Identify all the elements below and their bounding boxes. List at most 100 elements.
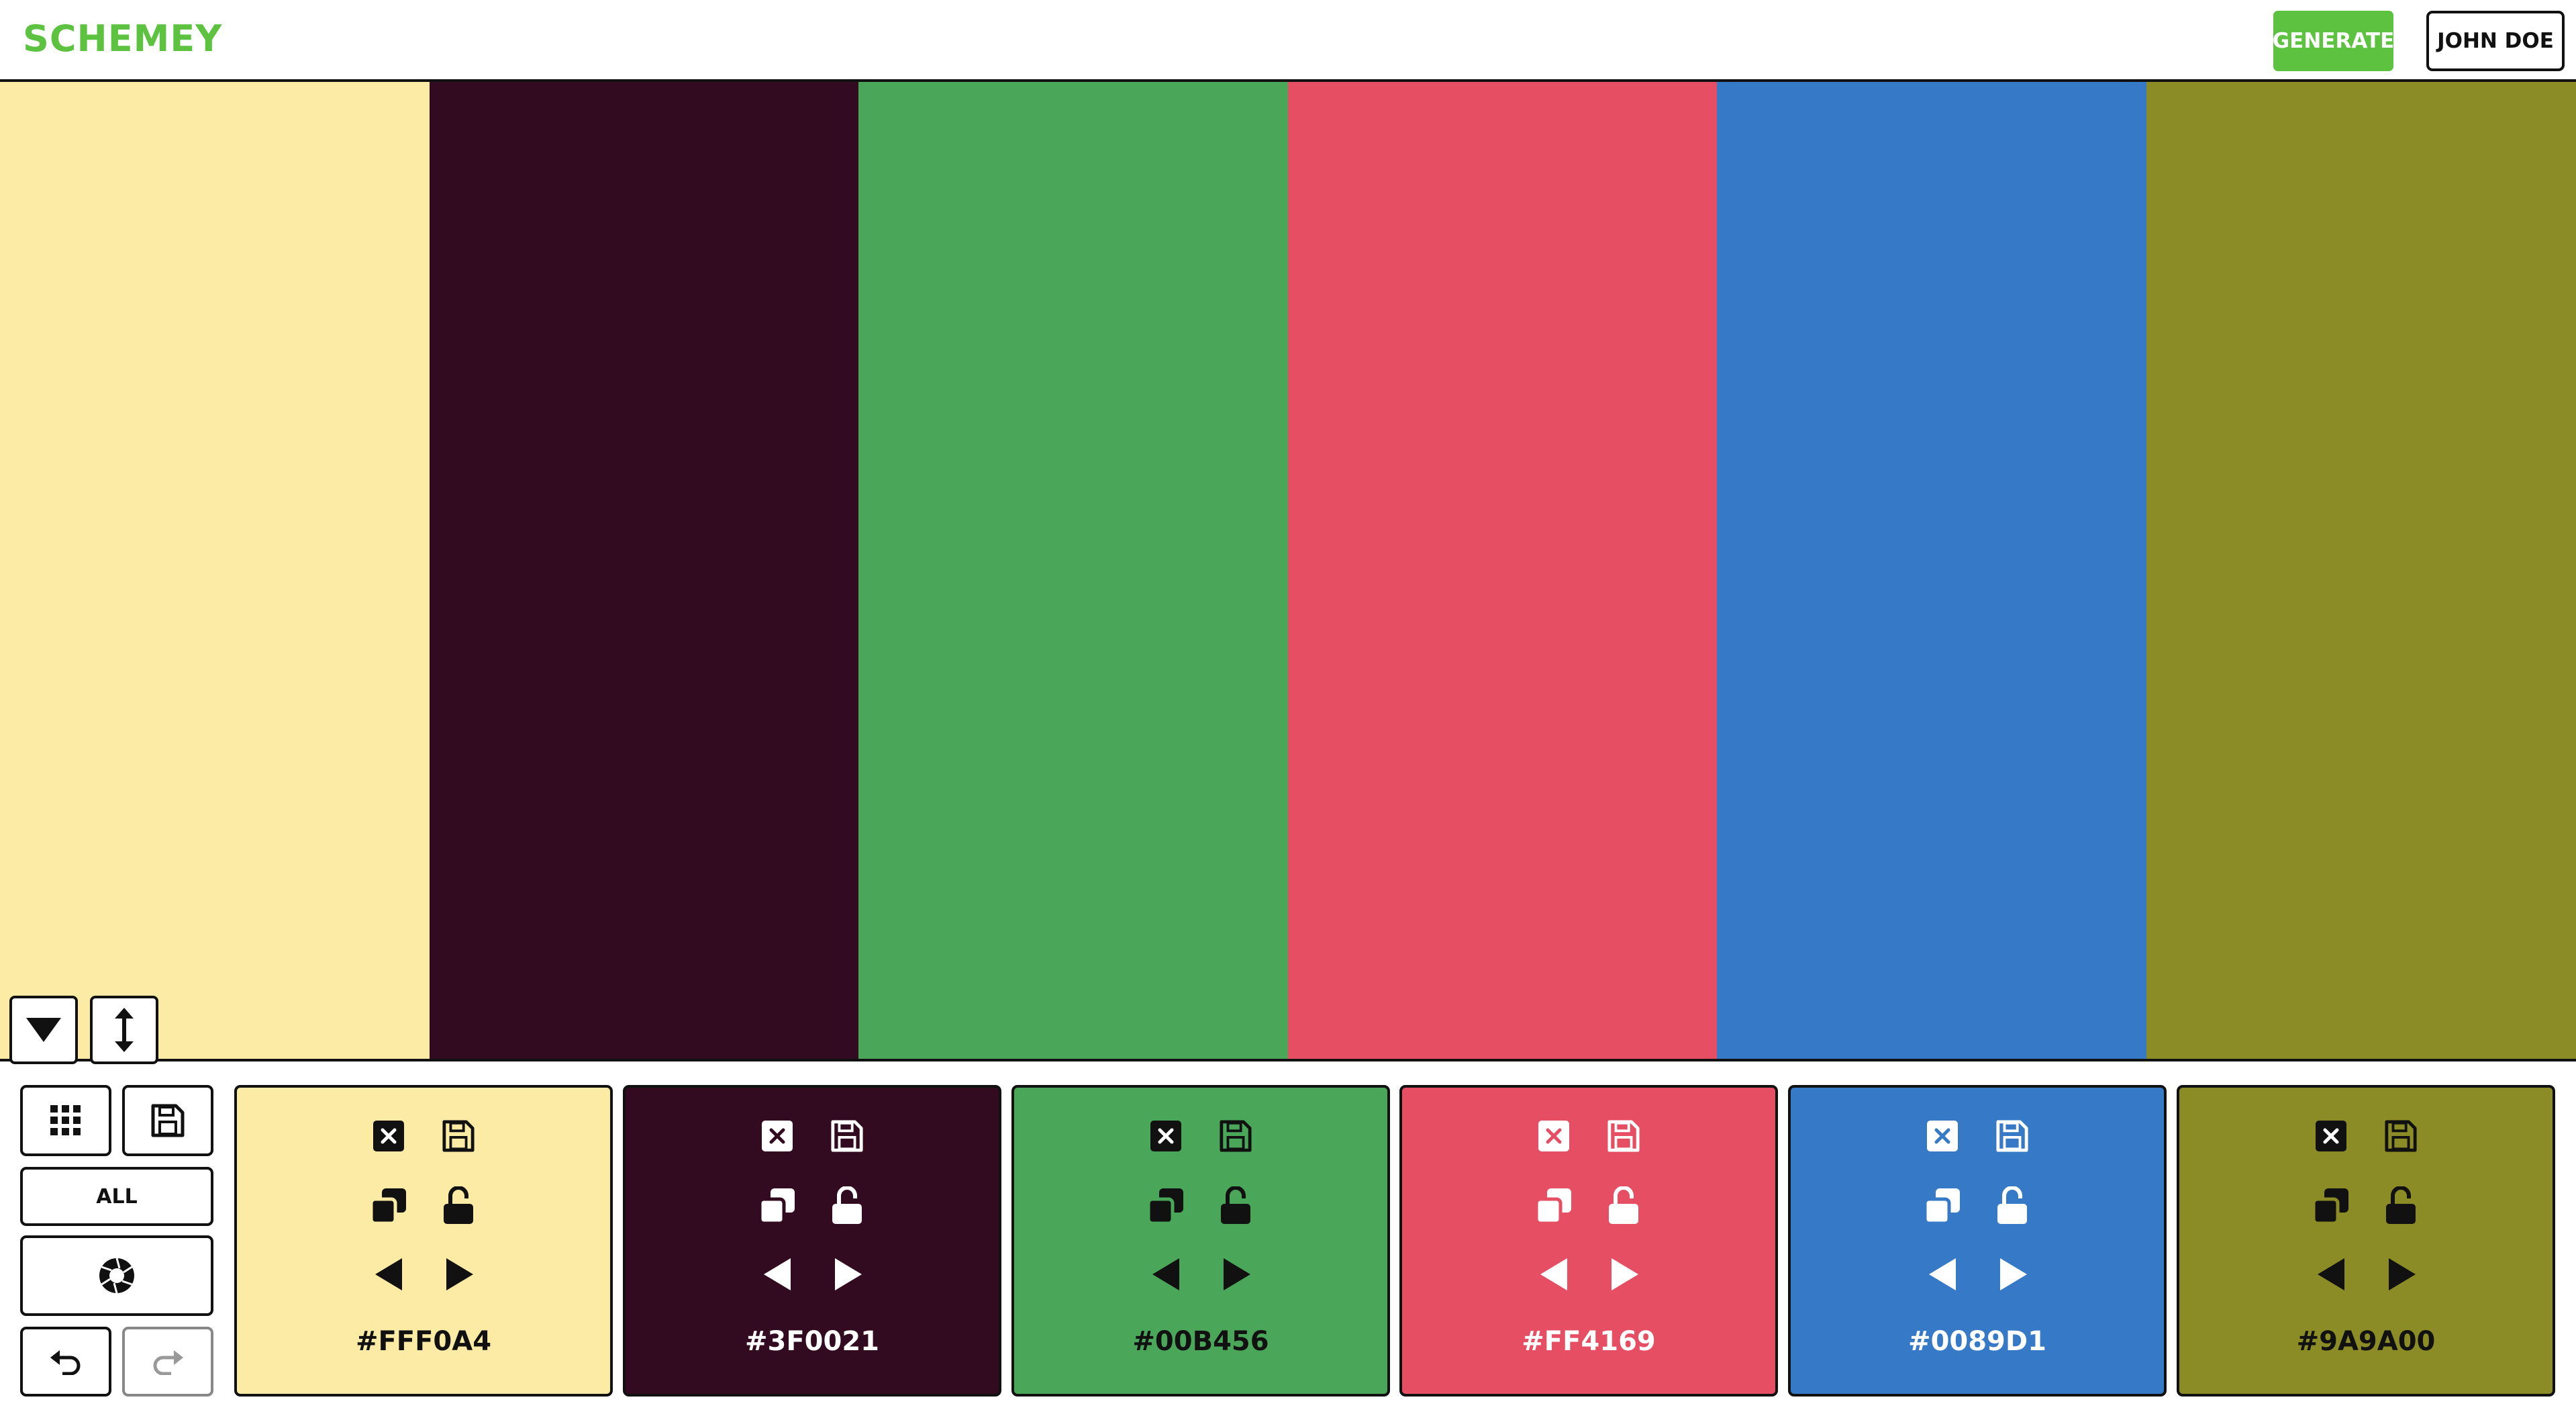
save-color-button[interactable] (1993, 1117, 2031, 1155)
save-color-button[interactable] (828, 1117, 866, 1155)
arrow-left-icon (1540, 1258, 1567, 1290)
move-left-button[interactable] (1922, 1254, 1963, 1294)
unlock-icon (832, 1186, 862, 1224)
randomize-button[interactable] (20, 1235, 213, 1316)
remove-color-button[interactable] (1924, 1117, 1961, 1155)
grid-icon (50, 1105, 81, 1135)
hex-code-label[interactable]: #FF4169 (1402, 1326, 1775, 1357)
color-stripe-4[interactable] (1288, 82, 1717, 1059)
copy-icon (758, 1188, 795, 1225)
unlock-icon (444, 1186, 473, 1224)
move-right-button[interactable] (440, 1254, 480, 1294)
color-stripe-6[interactable] (2146, 82, 2576, 1059)
arrow-right-icon (1224, 1258, 1250, 1290)
remove-color-button[interactable] (370, 1117, 407, 1155)
move-left-button[interactable] (2311, 1254, 2351, 1294)
color-card[interactable]: #0089D1 (1788, 1085, 2167, 1397)
undo-button[interactable] (20, 1327, 111, 1397)
arrow-right-icon (835, 1258, 862, 1290)
select-all-label: ALL (96, 1184, 138, 1209)
move-right-button[interactable] (828, 1254, 869, 1294)
remove-color-button[interactable] (1535, 1117, 1573, 1155)
move-right-button[interactable] (1605, 1254, 1645, 1294)
color-card[interactable]: #00B456 (1011, 1085, 1390, 1397)
duplicate-color-button[interactable] (757, 1186, 797, 1226)
lock-color-button[interactable] (1603, 1186, 1644, 1226)
color-card[interactable]: #FF4169 (1399, 1085, 1778, 1397)
color-stripe-1[interactable] (0, 82, 430, 1059)
header: SCHEMEY GENERATE JOHN DOE (0, 0, 2576, 82)
arrow-left-icon (1929, 1258, 1956, 1290)
resize-button[interactable] (90, 996, 158, 1064)
save-icon (151, 1104, 185, 1137)
close-icon (2316, 1121, 2346, 1151)
duplicate-color-button[interactable] (1922, 1186, 1963, 1226)
triangle-down-icon (26, 1018, 61, 1042)
grid-view-button[interactable] (20, 1085, 111, 1156)
duplicate-color-button[interactable] (368, 1186, 409, 1226)
arrow-right-icon (2389, 1258, 2416, 1290)
remove-color-button[interactable] (758, 1117, 796, 1155)
remove-color-button[interactable] (1147, 1117, 1185, 1155)
color-stripe-5[interactable] (1717, 82, 2146, 1059)
select-all-button[interactable]: ALL (20, 1167, 213, 1226)
app-logo[interactable]: SCHEMEY (23, 17, 222, 60)
save-icon (442, 1120, 475, 1152)
move-left-button[interactable] (757, 1254, 797, 1294)
hex-code-label[interactable]: #FFF0A4 (237, 1326, 610, 1357)
lock-color-button[interactable] (438, 1186, 479, 1226)
color-stripe-2[interactable] (430, 82, 858, 1059)
aperture-icon (99, 1258, 134, 1294)
unlock-icon (1221, 1186, 1250, 1224)
arrow-left-icon (1152, 1258, 1179, 1290)
lock-color-button[interactable] (827, 1186, 867, 1226)
color-card[interactable]: #FFF0A4 (234, 1085, 613, 1397)
arrow-right-icon (2000, 1258, 2027, 1290)
hex-code-label[interactable]: #3F0021 (626, 1326, 999, 1357)
hex-code-label[interactable]: #9A9A00 (2179, 1326, 2553, 1357)
hex-code-label[interactable]: #0089D1 (1791, 1326, 2164, 1357)
move-left-button[interactable] (1534, 1254, 1574, 1294)
arrow-left-icon (375, 1258, 402, 1290)
collapse-button[interactable] (9, 996, 78, 1064)
save-icon (831, 1120, 863, 1152)
copy-icon (1535, 1188, 1571, 1225)
duplicate-color-button[interactable] (2311, 1186, 2351, 1226)
hex-code-label[interactable]: #00B456 (1014, 1326, 1387, 1357)
generate-button[interactable]: GENERATE (2273, 11, 2394, 71)
save-icon (1607, 1120, 1640, 1152)
move-right-button[interactable] (2382, 1254, 2422, 1294)
color-card[interactable]: #9A9A00 (2177, 1085, 2555, 1397)
remove-color-button[interactable] (2312, 1117, 2350, 1155)
lock-color-button[interactable] (1992, 1186, 2032, 1226)
save-color-button[interactable] (1217, 1117, 1254, 1155)
move-right-button[interactable] (1993, 1254, 2034, 1294)
save-color-button[interactable] (1605, 1117, 1642, 1155)
close-icon (373, 1121, 404, 1151)
save-palette-button[interactable] (122, 1085, 213, 1156)
color-card[interactable]: #3F0021 (623, 1085, 1001, 1397)
color-stripe-3[interactable] (858, 82, 1288, 1059)
save-color-button[interactable] (2382, 1117, 2420, 1155)
move-left-button[interactable] (368, 1254, 409, 1294)
close-icon (1927, 1121, 1958, 1151)
copy-icon (2312, 1188, 2348, 1225)
move-right-button[interactable] (1217, 1254, 1257, 1294)
lock-color-button[interactable] (1216, 1186, 1256, 1226)
copy-icon (370, 1188, 406, 1225)
duplicate-color-button[interactable] (1146, 1186, 1186, 1226)
move-left-button[interactable] (1146, 1254, 1186, 1294)
save-color-button[interactable] (440, 1117, 477, 1155)
redo-icon (153, 1350, 183, 1375)
close-icon (762, 1121, 793, 1151)
vertical-arrows-icon (115, 1008, 134, 1052)
user-menu-button[interactable]: JOHN DOE (2426, 11, 2565, 71)
duplicate-color-button[interactable] (1534, 1186, 1574, 1226)
lock-color-button[interactable] (2381, 1186, 2421, 1226)
redo-button[interactable] (122, 1327, 213, 1397)
undo-icon (50, 1350, 81, 1375)
arrow-left-icon (2318, 1258, 2344, 1290)
arrow-left-icon (764, 1258, 791, 1290)
copy-icon (1924, 1188, 1960, 1225)
unlock-icon (1997, 1186, 2027, 1224)
